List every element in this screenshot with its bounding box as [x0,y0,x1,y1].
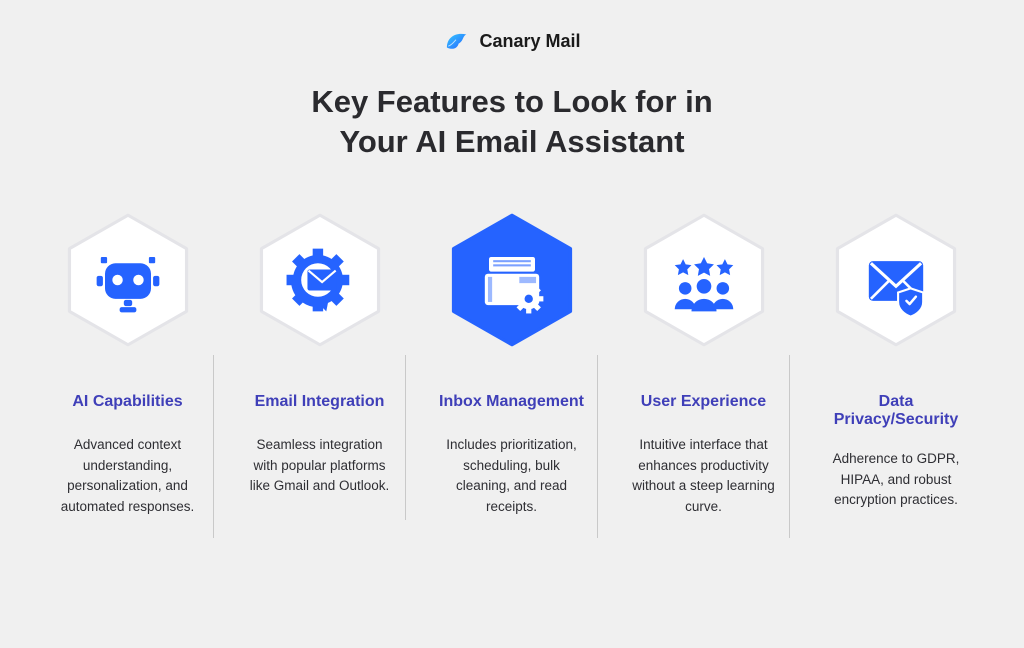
inbox-gear-icon [442,205,582,355]
feature-text: User Experience Intuitive interface that… [618,355,790,539]
feature-email-integration: Email Integration Seamless integration w… [224,205,416,539]
features-row: AI Capabilities Advanced context underst… [0,205,1024,539]
feature-title: Email Integration [255,393,385,415]
feature-inbox-management: Inbox Management Includes prioritization… [416,205,608,539]
brand-name: Canary Mail [479,31,580,52]
title-line-2: Your AI Email Assistant [339,124,684,159]
feature-ai-capabilities: AI Capabilities Advanced context underst… [32,205,224,539]
title-line-1: Key Features to Look for in [311,84,712,119]
feature-desc: Seamless integration with popular platfo… [242,435,397,498]
feature-title: AI Capabilities [72,393,182,415]
feature-title: Data Privacy/Security [818,393,974,429]
feature-desc: Intuitive interface that enhances produc… [626,435,781,519]
feature-desc: Advanced context understanding, personal… [50,435,205,519]
feature-text: AI Capabilities Advanced context underst… [42,355,214,539]
gear-mail-icon [250,205,390,355]
users-stars-icon [634,205,774,355]
feature-desc: Adherence to GDPR, HIPAA, and robust enc… [818,449,974,512]
feature-desc: Includes prioritization, scheduling, bul… [434,435,589,519]
feature-text: Inbox Management Includes prioritization… [426,355,598,539]
robot-icon [58,205,198,355]
feature-title: Inbox Management [439,393,584,415]
feature-title: User Experience [641,393,766,415]
brand-header: Canary Mail [443,28,580,54]
feature-text: Email Integration Seamless integration w… [234,355,406,520]
canary-logo-icon [443,28,469,54]
feature-user-experience: User Experience Intuitive interface that… [608,205,800,539]
feature-text: Data Privacy/Security Adherence to GDPR,… [810,355,982,532]
feature-data-privacy-security: Data Privacy/Security Adherence to GDPR,… [800,205,992,539]
mail-shield-icon [826,205,966,355]
page-title: Key Features to Look for in Your AI Emai… [311,82,712,163]
